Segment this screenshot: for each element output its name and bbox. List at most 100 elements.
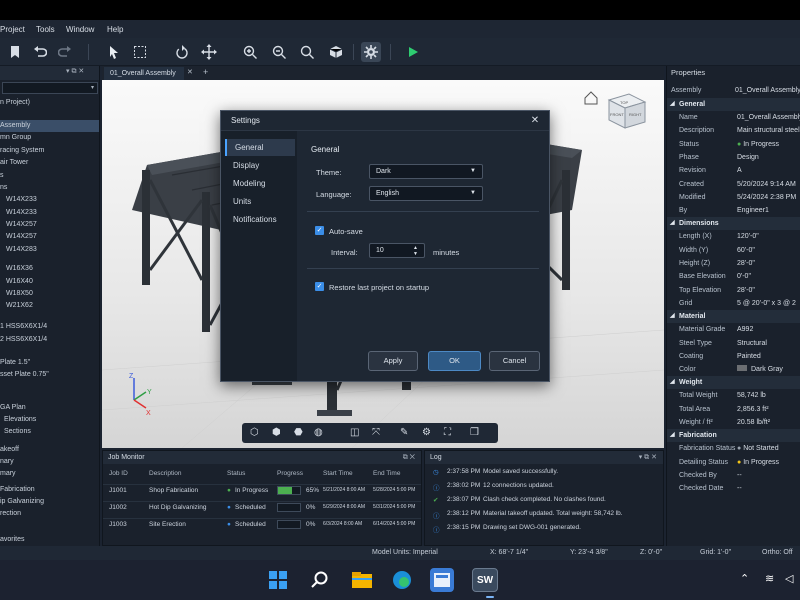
tree-item[interactable]: W18X50 <box>6 288 33 300</box>
tree-item[interactable]: Assembly <box>0 120 99 132</box>
property-row[interactable]: Material Grade A992 <box>667 323 800 336</box>
stepper-icon[interactable]: ▲ ▼ <box>413 245 418 257</box>
tray-chevron-up-icon[interactable]: ⌃ <box>740 572 749 585</box>
menu-help[interactable]: Help <box>107 25 123 34</box>
tree-item[interactable]: 1 HSS6X6X1/4 <box>0 321 47 333</box>
job-table-header[interactable]: Progress <box>277 470 303 477</box>
property-row[interactable]: Checked Date -- <box>667 482 800 495</box>
property-section-header[interactable]: ◢ Fabrication <box>667 429 800 443</box>
undo-icon[interactable] <box>30 42 50 62</box>
tree-item[interactable]: s <box>0 170 4 182</box>
property-row[interactable]: Total Weight 58,742 lb <box>667 389 800 402</box>
shaded-icon[interactable]: ⬢ <box>272 427 281 438</box>
tool-app-icon[interactable] <box>430 568 454 592</box>
panel-controls-icon[interactable]: ⧉ ✕ <box>403 451 415 464</box>
job-table-header[interactable]: Start Time <box>323 470 353 477</box>
tree-item[interactable]: rection <box>0 508 21 520</box>
rotate-icon[interactable] <box>172 42 192 62</box>
job-table-header[interactable]: Status <box>227 470 245 477</box>
structural-app-taskbar-button[interactable]: SW <box>472 568 498 592</box>
tree-item[interactable]: W14X233 <box>6 207 37 219</box>
tree-item[interactable]: racing System <box>0 145 44 157</box>
language-select[interactable]: English ▼ <box>369 186 483 201</box>
settings-gear-icon[interactable] <box>361 42 381 62</box>
tab-close-icon[interactable]: ✕ <box>187 68 193 76</box>
wifi-icon[interactable]: ≋ <box>765 572 774 585</box>
autosave-checkbox[interactable]: ✓ <box>315 226 324 235</box>
tree-item[interactable]: mary <box>0 468 16 480</box>
tree-item[interactable]: W14X233 <box>6 194 37 206</box>
measure-icon[interactable]: ⤧ <box>372 427 380 438</box>
property-section-header[interactable]: ◢ General <box>667 98 800 111</box>
annotate-icon[interactable]: ✎ <box>400 427 408 438</box>
search-icon[interactable] <box>308 568 332 592</box>
wireframe-icon[interactable]: ⬡ <box>250 427 259 438</box>
3d-view-cube-icon[interactable] <box>326 42 346 62</box>
property-row[interactable]: Weight / ft² 20.58 lb/ft² <box>667 416 800 429</box>
nav-general[interactable]: General <box>225 139 295 156</box>
property-row[interactable]: Detailing Status ● In Progress <box>667 456 800 469</box>
property-section-header[interactable]: ◢ Dimensions <box>667 217 800 231</box>
property-row[interactable]: Color Dark Gray <box>667 363 800 376</box>
redo-icon[interactable] <box>55 42 75 62</box>
tree-item[interactable]: Plate 1.5" <box>0 357 30 369</box>
tree-item[interactable]: W14X283 <box>6 244 37 256</box>
tree-item[interactable]: W16X36 <box>6 263 33 275</box>
property-row[interactable]: Status ● In Progress <box>667 138 800 151</box>
collapse-arrow-icon[interactable]: ◢ <box>670 376 675 389</box>
tree-item[interactable]: sset Plate 0.75" <box>0 369 49 381</box>
zoom-out-icon[interactable] <box>269 42 289 62</box>
job-table-header[interactable]: Job ID <box>109 470 128 477</box>
job-table-header[interactable]: Description <box>149 470 182 477</box>
zoom-fit-icon[interactable] <box>297 42 317 62</box>
tree-item[interactable]: W14X257 <box>6 219 37 231</box>
windows-start-icon[interactable] <box>266 568 290 592</box>
select-cursor-icon[interactable] <box>104 42 124 62</box>
property-row[interactable]: Coating Painted <box>667 350 800 363</box>
pin-icon[interactable]: ▾ ⧉ ✕ <box>66 67 84 76</box>
tree-item[interactable]: ip Galvanizing <box>0 496 44 508</box>
nav-modeling[interactable]: Modeling <box>225 175 295 192</box>
property-row[interactable]: Created 5/20/2024 9:14 AM <box>667 178 800 191</box>
model-tree-filter[interactable]: ▾ <box>2 82 98 94</box>
theme-select[interactable]: Dark ▼ <box>369 164 483 179</box>
bookmark-icon[interactable] <box>5 42 25 62</box>
menu-window[interactable]: Window <box>66 25 94 34</box>
new-tab-icon[interactable]: + <box>203 67 208 77</box>
tree-root[interactable]: n Project) <box>0 97 30 109</box>
home-view-icon[interactable] <box>584 91 598 105</box>
run-play-icon[interactable] <box>403 42 423 62</box>
collapse-arrow-icon[interactable]: ◢ <box>670 98 675 111</box>
property-row[interactable]: Total Area 2,856.3 ft² <box>667 403 800 416</box>
property-section-header[interactable]: ◢ Material <box>667 310 800 324</box>
tree-item[interactable]: 2 HSS6X6X1/4 <box>0 334 47 346</box>
tree-item[interactable]: ns <box>0 182 7 194</box>
fit-view-icon[interactable]: ⛶ <box>444 427 451 438</box>
section-box-icon[interactable]: ◫ <box>350 427 359 438</box>
tree-item[interactable]: W14X257 <box>6 231 37 243</box>
tree-item[interactable]: mn Group <box>0 132 31 144</box>
property-row[interactable]: Steel Type Structural <box>667 337 800 350</box>
tree-item[interactable]: Fabrication <box>0 484 35 496</box>
box-select-icon[interactable] <box>130 42 150 62</box>
tree-item-favorites[interactable]: avorites <box>0 534 25 546</box>
view-settings-icon[interactable]: ⚙ <box>422 427 431 438</box>
collapse-arrow-icon[interactable]: ◢ <box>670 429 675 442</box>
render-mode-icon[interactable]: ⬣ <box>294 427 303 438</box>
cancel-button[interactable]: Cancel <box>489 351 540 371</box>
file-explorer-icon[interactable] <box>350 568 374 592</box>
move-icon[interactable] <box>199 42 219 62</box>
tree-item[interactable]: akeoff <box>0 444 19 456</box>
collapse-arrow-icon[interactable]: ◢ <box>670 217 675 230</box>
property-row[interactable]: Revision A <box>667 164 800 177</box>
tree-item[interactable]: GA Plan <box>0 402 26 414</box>
property-row[interactable]: Fabrication Status ● Not Started <box>667 442 800 455</box>
close-icon[interactable]: ✕ <box>529 115 541 127</box>
edge-browser-icon[interactable] <box>390 568 414 592</box>
property-section-header[interactable]: ◢ Weight <box>667 376 800 390</box>
zoom-in-icon[interactable] <box>240 42 260 62</box>
property-row[interactable]: Length (X) 120'-0" <box>667 230 800 243</box>
property-row[interactable]: Modified 5/24/2024 2:38 PM <box>667 191 800 204</box>
job-table-header[interactable]: End Time <box>373 470 400 477</box>
property-row[interactable]: Checked By -- <box>667 469 800 482</box>
